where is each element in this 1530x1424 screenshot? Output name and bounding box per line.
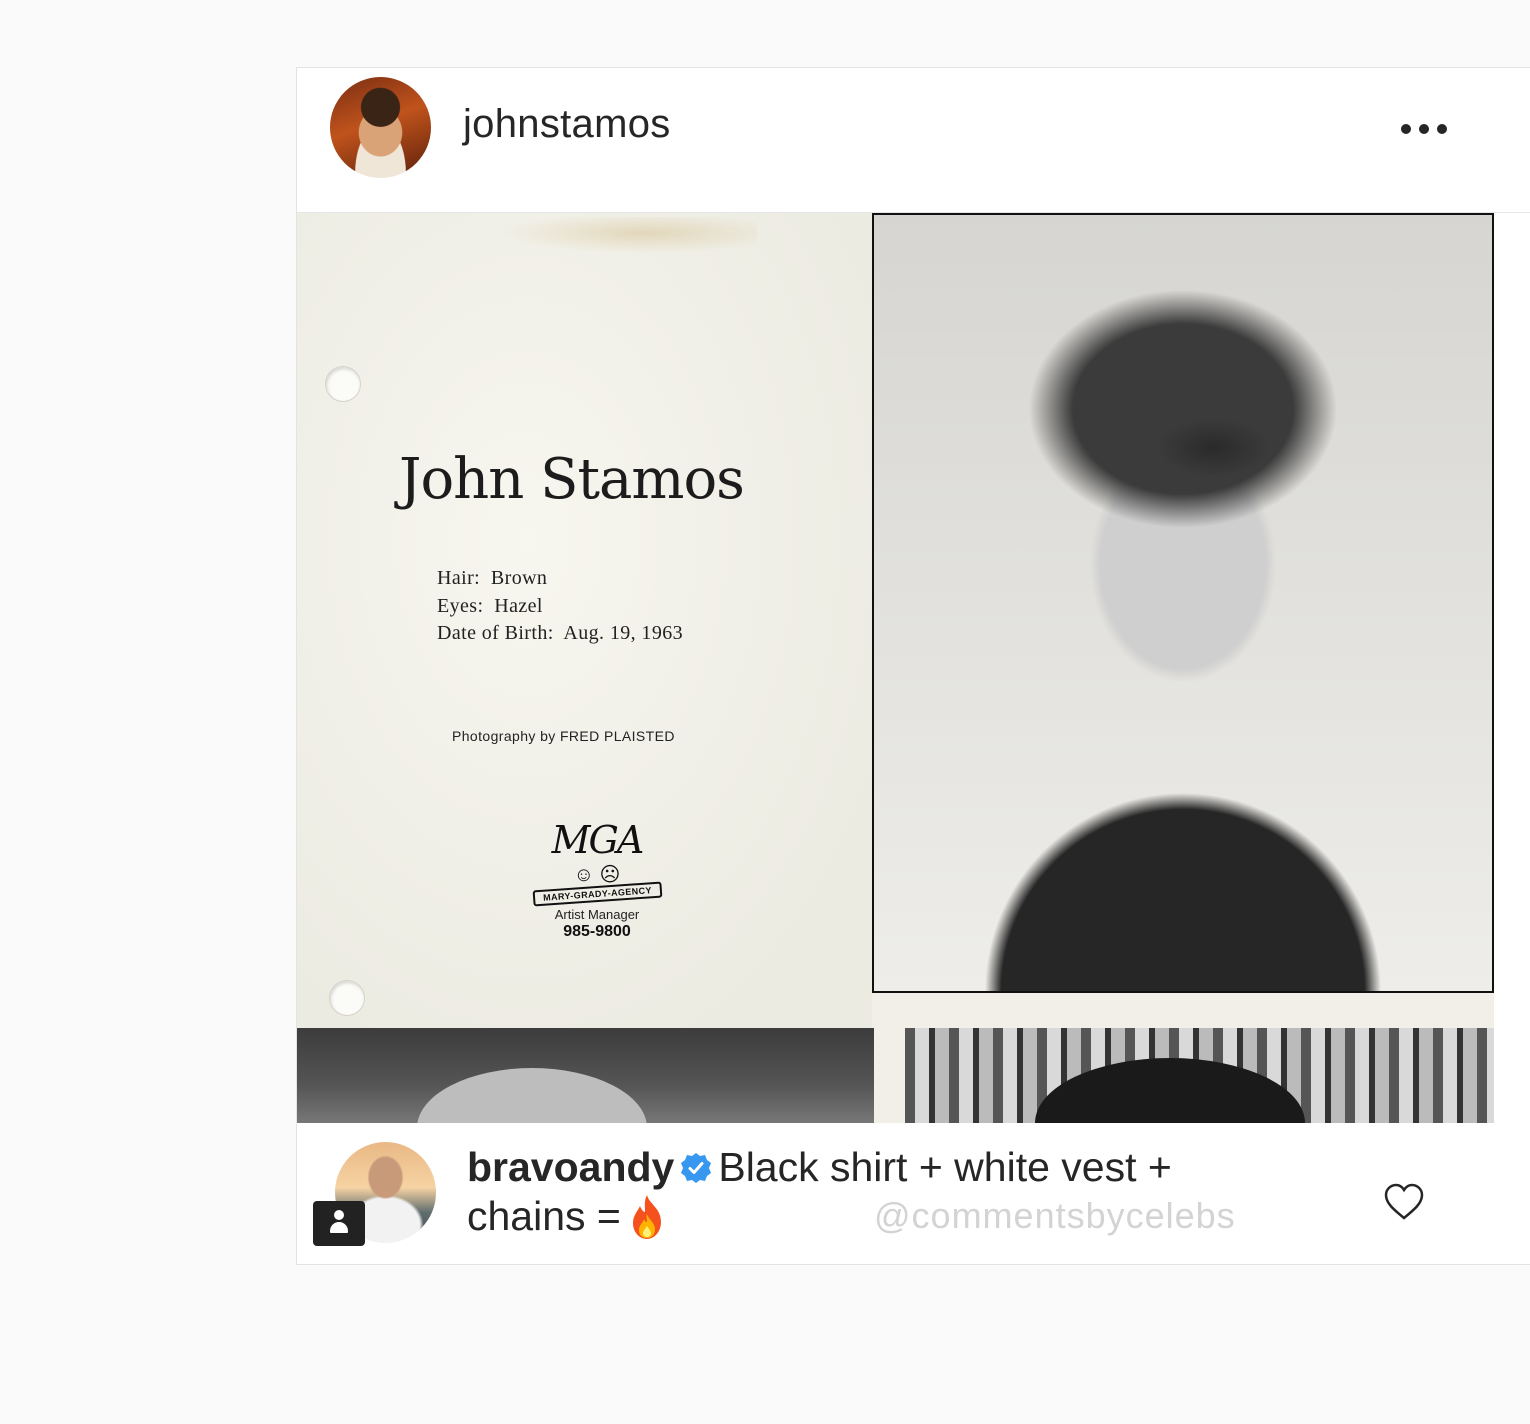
agency-role: Artist Manager [554, 907, 640, 922]
commenter-username[interactable]: bravoandy [467, 1144, 674, 1190]
stat-dob: Date of Birth: Aug. 19, 1963 [437, 622, 684, 644]
stat-hair: Hair: Brown [437, 567, 548, 589]
instagram-post: johnstamos John Stamos Hair: Brown Eyes:… [296, 67, 1530, 1265]
post-photo[interactable]: John Stamos Hair: Brown Eyes: Hazel Date… [297, 213, 1494, 1123]
resume-name: John Stamos [399, 447, 745, 512]
comment-row: bravoandy Black shirt + white vest + cha… [297, 1123, 1530, 1266]
agency-logo-block: MGA ☺ ☹ MARY-GRADY-AGENCY Artist Manager… [512, 818, 682, 948]
user-tag-badge[interactable] [313, 1201, 365, 1246]
agency-logo: MGA [551, 818, 645, 862]
heart-outline-icon[interactable] [1383, 1183, 1425, 1221]
watermark: @commentsbycelebs [874, 1195, 1236, 1236]
post-header: johnstamos [297, 68, 1530, 213]
punch-hole [329, 980, 365, 1016]
agency-ribbon: MARY-GRADY-AGENCY [532, 881, 662, 907]
resume-page: John Stamos Hair: Brown Eyes: Hazel Date… [297, 213, 872, 1028]
author-username[interactable]: johnstamos [463, 102, 671, 147]
agency-phone: 985-9800 [563, 923, 631, 940]
more-dots-icon[interactable] [1401, 123, 1447, 135]
headshot-photo [872, 213, 1494, 993]
theater-masks-icon: ☺ ☹ [573, 864, 621, 886]
resume-stats: Hair: Brown Eyes: Hazel Date of Birth: A… [437, 565, 683, 648]
person-icon [330, 1210, 348, 1236]
headshot-thumbnail-left [297, 1028, 874, 1123]
headshot-thumbnail-right [905, 1028, 1494, 1123]
fire-icon [632, 1195, 661, 1239]
photography-credit: Photography by FRED PLAISTED [452, 728, 675, 744]
stat-eyes: Eyes: Hazel [437, 594, 543, 617]
author-avatar[interactable] [330, 77, 431, 178]
verified-badge-icon [681, 1153, 712, 1183]
punch-hole [325, 366, 361, 402]
